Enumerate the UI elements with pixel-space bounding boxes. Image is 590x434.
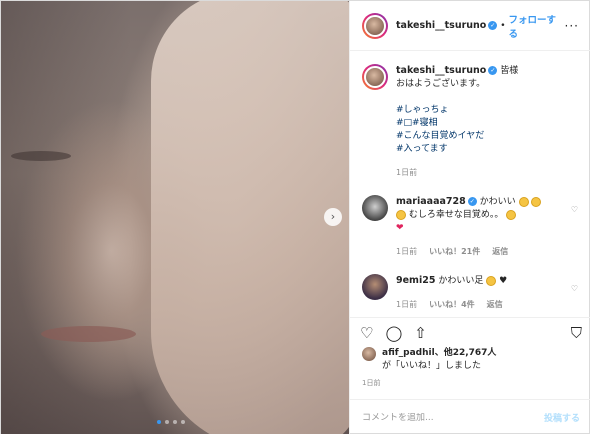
likes-text: afif_padhil、他22,767人 が「いいね！」しました bbox=[382, 347, 496, 373]
comment-meta: 1日前 いいね！4件 返信 bbox=[396, 298, 556, 311]
post-photo[interactable]: › bbox=[1, 1, 349, 434]
reply-button[interactable]: 返信 bbox=[487, 298, 503, 311]
comment-text-line2: むしろ幸せな目覚め。。 bbox=[408, 210, 504, 220]
comment-meta: 1日前 いいね！21件 返信 bbox=[396, 245, 556, 258]
bookmark-icon[interactable]: ⛉ bbox=[571, 324, 582, 342]
carousel-dot-1 bbox=[157, 420, 161, 424]
like-heart-icon[interactable]: ♡ bbox=[360, 324, 373, 342]
carousel-dot-2 bbox=[165, 420, 169, 424]
comment-text: かわいい足 bbox=[438, 276, 484, 286]
more-options-icon[interactable]: ··· bbox=[565, 19, 579, 33]
photo-shadow bbox=[1, 1, 131, 434]
next-photo-button[interactable]: › bbox=[324, 208, 342, 226]
verified-badge-icon: ✓ bbox=[467, 197, 477, 206]
hashtag-link[interactable]: #しゃっちょ bbox=[396, 104, 576, 117]
hashtag-link[interactable]: #□#寝相 bbox=[396, 117, 576, 130]
comment-bubble-icon[interactable]: ◯ bbox=[385, 324, 402, 342]
comment-text: かわいい bbox=[479, 197, 516, 207]
caption-time[interactable]: 1日前 bbox=[396, 166, 576, 179]
comment-time[interactable]: 1日前 bbox=[396, 298, 417, 311]
follow-button[interactable]: フォローする bbox=[509, 12, 565, 40]
share-icon[interactable]: ⇧ bbox=[414, 324, 427, 342]
post-time[interactable]: 1日前 bbox=[362, 378, 380, 388]
grin-emoji-icon bbox=[486, 275, 497, 286]
comment-item: 9emi25 かわいい足 ♥ 1日前 いいね！4件 返信 ♡ bbox=[362, 274, 580, 311]
like-comment-heart-icon[interactable]: ♡ bbox=[571, 205, 578, 214]
header-name-group: takeshi__tsuruno ✓ • フォローする bbox=[396, 12, 565, 40]
hashtag-link[interactable]: #入ってます bbox=[396, 143, 576, 156]
carousel-dot-4 bbox=[181, 420, 185, 424]
reply-button[interactable]: 返信 bbox=[492, 245, 508, 258]
commenter-avatar[interactable] bbox=[362, 274, 388, 300]
comment-input[interactable] bbox=[362, 412, 522, 423]
carousel-dot-3 bbox=[173, 420, 177, 424]
commenter-avatar[interactable] bbox=[362, 195, 388, 221]
smile-emoji-icon bbox=[396, 209, 406, 220]
comment-time[interactable]: 1日前 bbox=[396, 245, 417, 258]
post-header: takeshi__tsuruno ✓ • フォローする ··· bbox=[350, 1, 590, 51]
action-bar: ♡ ◯ ⇧ ⛉ bbox=[350, 317, 590, 347]
caption: takeshi__tsuruno ✓ 皆様 おはようございます。 #しゃっちょ #… bbox=[362, 64, 580, 179]
comment-likes[interactable]: いいね！4件 bbox=[429, 298, 475, 311]
header-separator: • bbox=[500, 20, 506, 31]
photo-eye bbox=[11, 151, 71, 161]
carousel-dots bbox=[157, 420, 185, 424]
commenter-username[interactable]: 9emi25 bbox=[396, 275, 435, 286]
verified-badge-icon: ✓ bbox=[488, 66, 498, 75]
smile-emoji-icon bbox=[531, 196, 542, 207]
caption-avatar[interactable] bbox=[362, 64, 388, 90]
caption-username[interactable]: takeshi__tsuruno bbox=[396, 65, 486, 76]
comment-item: mariaaaa728 ✓ かわいい むしろ幸せな目覚め。。 ❤ 1日前 いいね！… bbox=[362, 195, 580, 258]
hashtag-link[interactable]: #こんな目覚めイヤだ bbox=[396, 130, 576, 143]
black-heart-emoji-icon: ♥ bbox=[499, 276, 508, 286]
red-heart-emoji-icon: ❤ bbox=[396, 223, 404, 233]
caption-body: takeshi__tsuruno ✓ 皆様 おはようございます。 #しゃっちょ #… bbox=[396, 64, 576, 179]
likes-summary: afif_padhil、他22,767人 が「いいね！」しました bbox=[362, 347, 584, 373]
comment-body: 9emi25 かわいい足 ♥ 1日前 いいね！4件 返信 bbox=[396, 274, 556, 311]
smile-emoji-icon bbox=[518, 196, 529, 207]
smile-emoji-icon bbox=[506, 209, 517, 220]
author-username[interactable]: takeshi__tsuruno bbox=[396, 20, 486, 31]
photo-hand bbox=[151, 1, 349, 434]
add-comment-bar: 投稿する bbox=[350, 399, 590, 434]
verified-badge-icon: ✓ bbox=[488, 21, 498, 30]
caption-text-line2: おはようございます。 bbox=[396, 79, 486, 89]
likes-count-link[interactable]: afif_padhil、他22,767人 bbox=[382, 348, 496, 358]
post-side-panel: takeshi__tsuruno ✓ • フォローする ··· takeshi_… bbox=[349, 1, 590, 434]
commenter-username[interactable]: mariaaaa728 bbox=[396, 196, 466, 207]
author-avatar[interactable] bbox=[362, 12, 388, 39]
instagram-post: › takeshi__tsuruno ✓ • フォローする ··· takesh… bbox=[0, 0, 590, 434]
likes-suffix: が「いいね！」しました bbox=[382, 361, 482, 371]
comments-area[interactable]: takeshi__tsuruno ✓ 皆様 おはようございます。 #しゃっちょ #… bbox=[350, 52, 590, 312]
comment-body: mariaaaa728 ✓ かわいい むしろ幸せな目覚め。。 ❤ 1日前 いいね！… bbox=[396, 195, 556, 258]
post-comment-button[interactable]: 投稿する bbox=[544, 411, 580, 424]
liker-avatar[interactable] bbox=[362, 347, 376, 361]
caption-text: 皆様 bbox=[500, 66, 519, 76]
like-comment-heart-icon[interactable]: ♡ bbox=[571, 284, 578, 293]
photo-mouth bbox=[41, 326, 136, 342]
comment-likes[interactable]: いいね！21件 bbox=[429, 245, 480, 258]
chevron-right-icon: › bbox=[330, 210, 336, 223]
